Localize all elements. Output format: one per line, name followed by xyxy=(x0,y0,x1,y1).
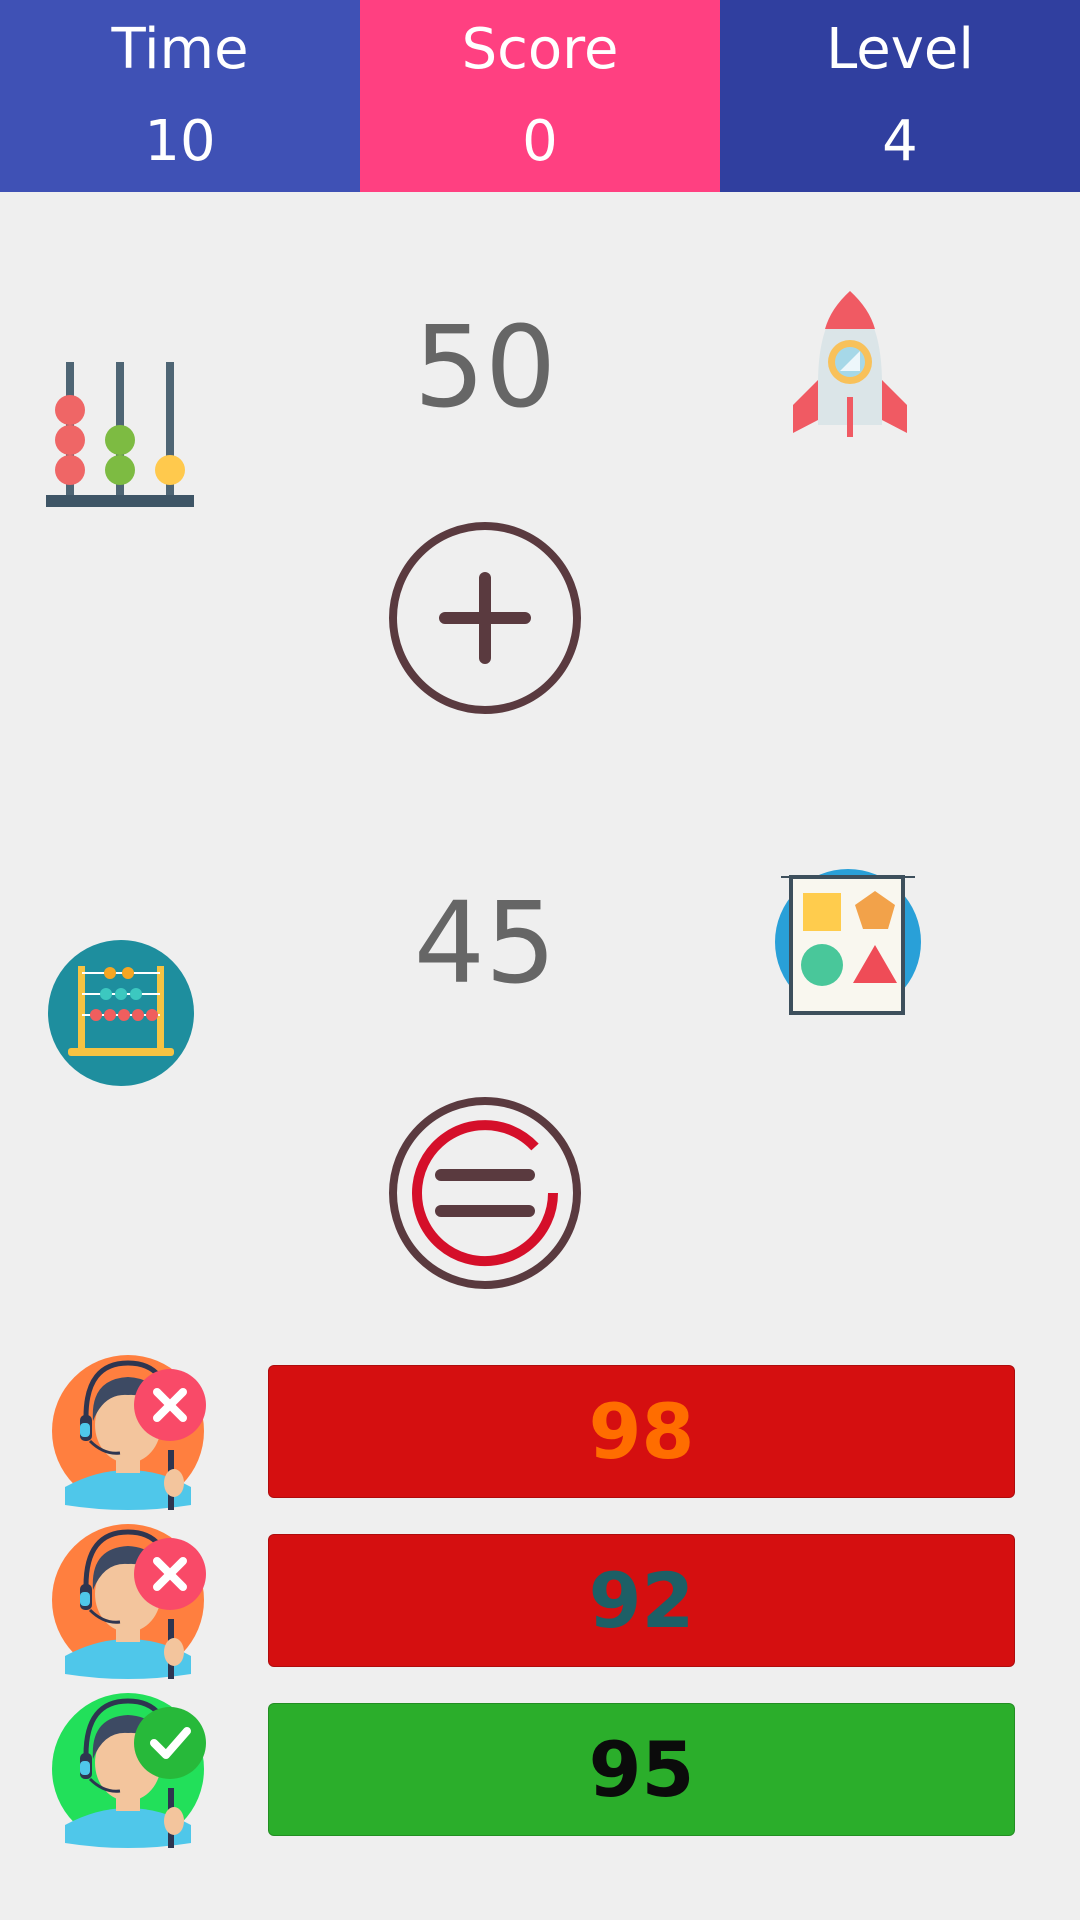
answer-button-95[interactable]: 95 xyxy=(268,1703,1015,1836)
answer-value: 92 xyxy=(588,1556,695,1645)
rocket-icon xyxy=(793,291,907,437)
answer-button-92[interactable]: 92 xyxy=(268,1534,1015,1667)
stats-bar: Time 10 Score 0 Level 4 xyxy=(0,0,1080,192)
time-value: 10 xyxy=(144,109,216,174)
plus-circle-icon xyxy=(389,522,581,714)
answer-value: 95 xyxy=(588,1725,695,1814)
abacus-icon xyxy=(46,362,194,507)
time-label: Time xyxy=(111,17,249,82)
answer-button-98[interactable]: 98 xyxy=(268,1365,1015,1498)
score-label: Score xyxy=(461,17,619,82)
level-panel: Level 4 xyxy=(720,0,1080,192)
operator-avatar-icon xyxy=(52,1355,206,1510)
abacus-circle-icon xyxy=(48,940,194,1086)
first-number: 50 xyxy=(413,303,557,433)
score-value: 0 xyxy=(522,109,558,174)
equals-circle-icon xyxy=(389,1097,581,1289)
answer-row: 95 xyxy=(50,1693,1015,1848)
shapes-board-icon xyxy=(775,869,921,1015)
answer-value: 98 xyxy=(588,1387,695,1476)
second-number: 45 xyxy=(413,879,557,1009)
operator-avatar-icon xyxy=(52,1693,206,1848)
operator-avatar-icon xyxy=(52,1524,206,1679)
score-panel: Score 0 xyxy=(360,0,720,192)
answer-row: 92 xyxy=(50,1524,1015,1679)
level-label: Level xyxy=(826,17,974,82)
answer-row: 98 xyxy=(50,1355,1015,1510)
level-value: 4 xyxy=(882,109,918,174)
time-panel: Time 10 xyxy=(0,0,360,192)
